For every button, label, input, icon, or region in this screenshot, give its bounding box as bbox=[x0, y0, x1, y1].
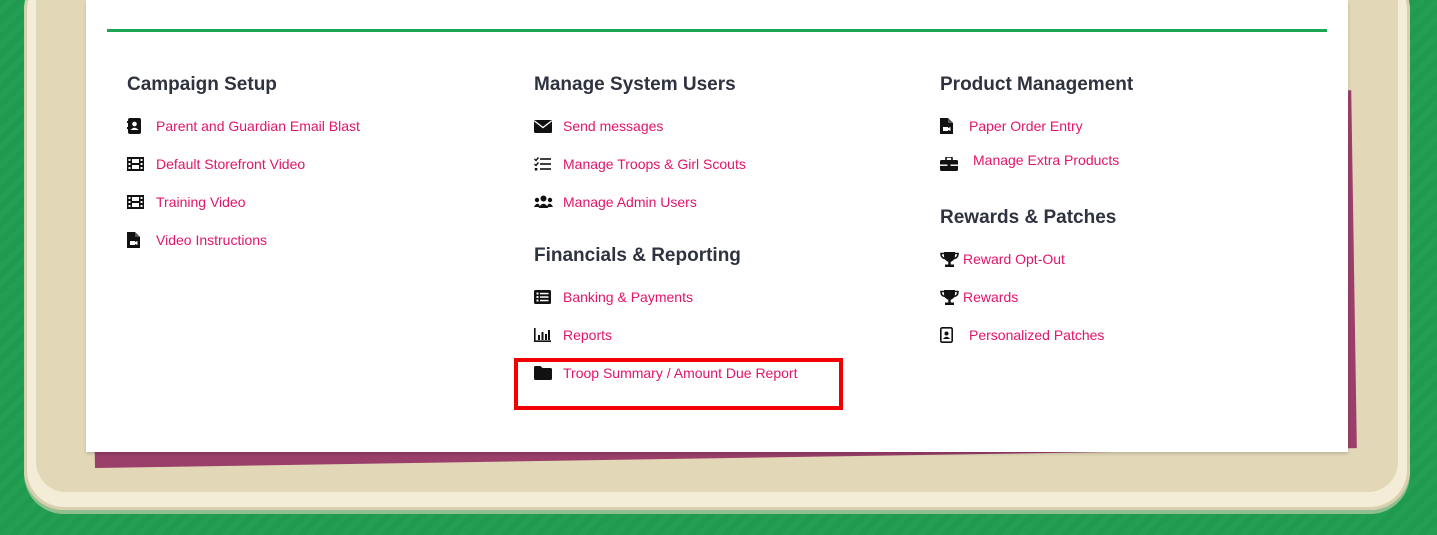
trophy-icon bbox=[940, 289, 960, 305]
link-manage-admin-users[interactable]: Manage Admin Users bbox=[534, 192, 797, 212]
link-label: Reward Opt-Out bbox=[963, 251, 1065, 267]
film-icon bbox=[127, 194, 147, 210]
link-label: Manage Admin Users bbox=[563, 194, 697, 210]
link-label: Manage Extra Products bbox=[973, 152, 1120, 168]
video-file-icon bbox=[127, 232, 147, 248]
link-banking-payments[interactable]: Banking & Payments bbox=[534, 287, 797, 307]
link-rewards[interactable]: Rewards bbox=[940, 287, 1133, 307]
link-label: Training Video bbox=[156, 194, 246, 210]
link-manage-extra-products[interactable]: Manage Extra Products bbox=[940, 150, 1133, 172]
column-products-rewards: Product Management Paper Order Entry Man… bbox=[940, 72, 1133, 345]
link-label: Video Instructions bbox=[156, 232, 268, 248]
trophy-icon bbox=[940, 251, 960, 267]
link-label: Paper Order Entry bbox=[969, 118, 1083, 134]
link-personalized-patches[interactable]: Personalized Patches bbox=[940, 325, 1133, 345]
highlight-box bbox=[514, 358, 843, 410]
link-video-instructions[interactable]: Video Instructions bbox=[127, 230, 360, 250]
link-reward-opt-out[interactable]: Reward Opt-Out bbox=[940, 249, 1133, 269]
section-title-financials-reporting: Financials & Reporting bbox=[534, 245, 741, 266]
checklist-icon bbox=[534, 156, 554, 172]
section-title-campaign-setup: Campaign Setup bbox=[127, 74, 277, 95]
link-label: Rewards bbox=[963, 289, 1019, 305]
link-label: Manage Troops & Girl Scouts bbox=[563, 156, 746, 172]
section-title-manage-system-users: Manage System Users bbox=[534, 74, 736, 95]
link-paper-order-entry[interactable]: Paper Order Entry bbox=[940, 116, 1133, 136]
link-label: Default Storefront Video bbox=[156, 156, 306, 172]
section-title-rewards-patches: Rewards & Patches bbox=[940, 207, 1117, 228]
bar-chart-icon bbox=[534, 327, 554, 343]
toolbox-icon bbox=[940, 156, 960, 172]
users-icon bbox=[534, 194, 554, 210]
link-label: Banking & Payments bbox=[563, 289, 693, 305]
section-title-product-management: Product Management bbox=[940, 74, 1134, 95]
id-badge-icon bbox=[940, 327, 960, 343]
list-alt-icon bbox=[534, 289, 554, 305]
envelope-icon bbox=[534, 118, 554, 134]
link-label: Personalized Patches bbox=[969, 327, 1105, 343]
column-campaign: Campaign Setup Parent and Guardian Email… bbox=[127, 72, 360, 250]
column-users-financials: Manage System Users Send messages Manage… bbox=[534, 72, 797, 383]
link-label: Parent and Guardian Email Blast bbox=[156, 118, 360, 134]
link-manage-troops[interactable]: Manage Troops & Girl Scouts bbox=[534, 154, 797, 174]
video-file-icon bbox=[940, 118, 960, 134]
link-default-storefront-video[interactable]: Default Storefront Video bbox=[127, 154, 360, 174]
green-divider bbox=[107, 29, 1327, 32]
link-parent-email-blast[interactable]: Parent and Guardian Email Blast bbox=[127, 116, 360, 136]
link-label: Send messages bbox=[563, 118, 664, 134]
link-send-messages[interactable]: Send messages bbox=[534, 116, 797, 136]
contact-book-icon bbox=[127, 118, 147, 134]
link-training-video[interactable]: Training Video bbox=[127, 192, 360, 212]
film-icon bbox=[127, 156, 147, 172]
link-reports[interactable]: Reports bbox=[534, 325, 797, 345]
link-label: Reports bbox=[563, 327, 613, 343]
